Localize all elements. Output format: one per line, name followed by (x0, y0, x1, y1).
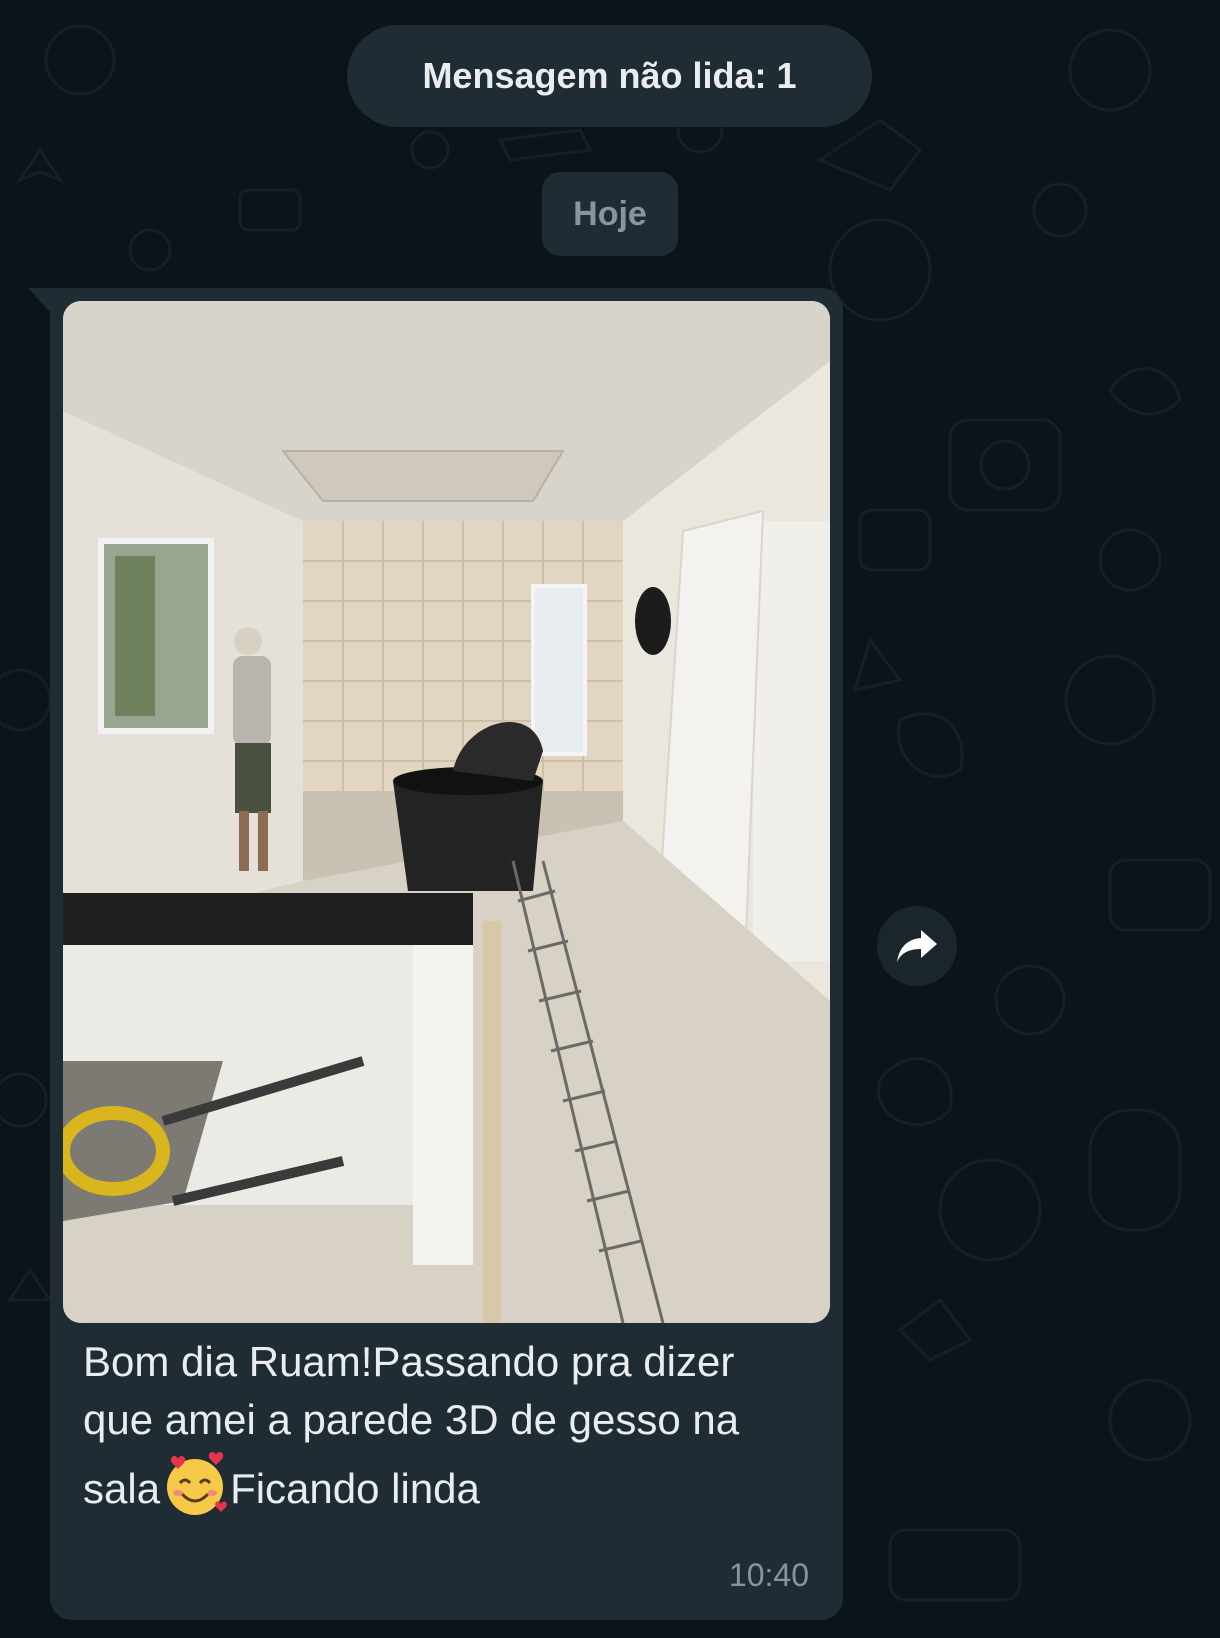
unread-banner-text: Mensagem não lida: 1 (422, 55, 797, 96)
message-caption: Bom dia Ruam!Passando pra dizer que amei… (83, 1333, 803, 1519)
message-timestamp: 10:40 (728, 1557, 809, 1593)
construction-room-photo (63, 301, 830, 1323)
smiling-face-with-hearts-icon (160, 1449, 230, 1519)
forward-button[interactable] (877, 906, 957, 986)
date-separator: Hoje (542, 172, 678, 256)
unread-messages-banner: Mensagem não lida: 1 (347, 25, 872, 127)
message-bubble[interactable]: Bom dia Ruam!Passando pra dizer que amei… (50, 288, 843, 1620)
bubble-tail (28, 288, 52, 314)
forward-arrow-icon (897, 930, 937, 962)
date-separator-text: Hoje (573, 194, 647, 233)
message-photo[interactable] (63, 301, 830, 1323)
caption-text-part2: Ficando linda (230, 1465, 480, 1512)
